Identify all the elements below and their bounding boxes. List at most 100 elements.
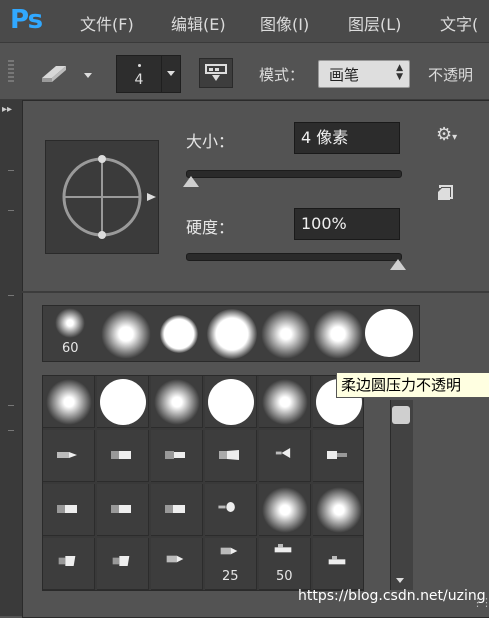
brush-cell[interactable] [205,484,257,536]
mode-label: 模式： [259,66,305,84]
size-slider-thumb[interactable] [183,176,200,187]
hardness-slider[interactable] [186,253,402,261]
brush-cell[interactable] [205,430,257,482]
preview-crosshair-icon [62,155,156,239]
brush-swatch [100,379,146,425]
brush-cell[interactable] [151,484,203,536]
mode-select[interactable]: 画笔 ▲ ▼ [318,60,410,88]
brush-swatch[interactable] [261,309,311,359]
brush-grid-scrollbar[interactable] [390,400,413,590]
brush-tip-icon [220,547,238,555]
flat-brush-icon [58,556,76,566]
brush-presets-grid: 25 50 [42,375,364,591]
fan-brush-icon [275,448,291,458]
brush-tip-icon [327,451,347,459]
brush-tip-icon [165,505,185,513]
brush-cell[interactable] [313,538,363,590]
brush-picker-dropdown[interactable] [161,55,181,93]
gear-icon[interactable]: ⚙▾ [436,124,457,145]
brush-size-value: 4 [134,72,144,88]
strip-divider [8,405,14,406]
menu-bar: Ps 文件(F) 编辑(E) 图像(I) 图层(L) 文字( [0,0,489,43]
brush-tip-icon [274,544,292,553]
recent-brushes-row: 60 [42,305,420,362]
select-arrows-icon: ▲ ▼ [396,63,403,82]
menu-edit[interactable]: 编辑(E) [171,11,226,35]
panel-toggle-icon [205,64,227,81]
brush-cell[interactable]: 50 [259,538,311,590]
brush-cell[interactable] [43,430,95,482]
brush-cell[interactable] [97,430,149,482]
brush-cell[interactable] [313,430,363,482]
menu-file[interactable]: 文件(F) [80,11,134,35]
brush-tip-icon [219,450,239,460]
brush-swatch[interactable] [160,315,198,353]
brush-size-label: 60 [62,341,79,356]
menu-type[interactable]: 文字( [440,11,478,35]
mode-select-value: 画笔 [329,66,360,84]
strip-divider [8,430,14,431]
hardness-label: 硬度： [186,218,235,237]
photoshop-logo: Ps [10,5,43,35]
tool-preset-chevron-down-icon[interactable] [84,73,92,78]
brush-swatch [316,487,362,533]
brush-cell[interactable] [151,430,203,482]
brush-cell[interactable] [151,538,203,590]
picker-divider [22,291,489,293]
flat-brush-icon [112,556,130,566]
brush-cell[interactable] [259,484,311,536]
brush-cell[interactable] [97,538,149,590]
size-input[interactable]: 4 像素 [294,122,400,154]
brush-swatch [46,379,92,425]
brush-swatch[interactable] [101,309,151,359]
brush-tooltip: 柔边圆压力不透明 [336,372,489,398]
brush-size-label: 50 [276,569,293,584]
hardness-slider-thumb[interactable] [390,259,406,270]
brush-cell[interactable]: 25 [205,538,257,590]
brush-tip-icon [328,556,346,565]
brush-tip-icon [111,451,131,459]
brush-cell[interactable] [259,376,311,428]
left-panel-strip [0,100,22,616]
resize-grip-icon[interactable]: ⋮⋮ [472,596,489,609]
brush-cell[interactable] [43,538,95,590]
brush-tip-icon [166,555,184,563]
size-slider[interactable] [186,170,402,178]
strip-divider [8,295,14,296]
scrollbar-thumb[interactable] [392,406,410,424]
size-label: 大小： [186,132,235,151]
brush-swatch[interactable] [55,308,85,338]
menu-layer[interactable]: 图层(L) [348,11,401,35]
brush-cell[interactable] [151,376,203,428]
brush-cell[interactable] [313,484,363,536]
brush-tip-icon [165,451,185,459]
brush-cell[interactable] [205,376,257,428]
strip-divider [8,210,14,211]
brush-swatch[interactable] [207,309,257,359]
brush-cell[interactable] [97,484,149,536]
brush-cell[interactable] [97,376,149,428]
brush-swatch[interactable] [313,309,363,359]
brush-swatch[interactable] [365,309,413,357]
brush-swatch [262,487,308,533]
watermark: https://blog.csdn.net/uzing [298,588,486,604]
brush-preview[interactable] [45,140,159,254]
menu-image[interactable]: 图像(I) [260,11,309,35]
brush-tip-icon [57,505,77,513]
collapse-panel-icon[interactable]: ▸▸ [2,104,12,115]
scroll-down-arrow-icon[interactable] [396,578,404,583]
brush-preset-button[interactable]: 4 [116,55,162,93]
brush-panel-toggle-button[interactable] [199,58,233,88]
opacity-label: 不透明 [428,66,474,84]
brush-cell[interactable] [43,484,95,536]
eraser-icon[interactable] [38,62,78,84]
brush-cell[interactable] [259,430,311,482]
options-bar-grip[interactable] [8,60,14,82]
brush-dot-icon [138,64,141,67]
hardness-input[interactable]: 100% [294,208,400,240]
brush-swatch [262,379,308,425]
round-brush-icon [218,502,235,512]
new-preset-icon[interactable] [436,184,454,202]
brush-cell[interactable] [43,376,95,428]
brush-tip-icon [111,505,131,513]
